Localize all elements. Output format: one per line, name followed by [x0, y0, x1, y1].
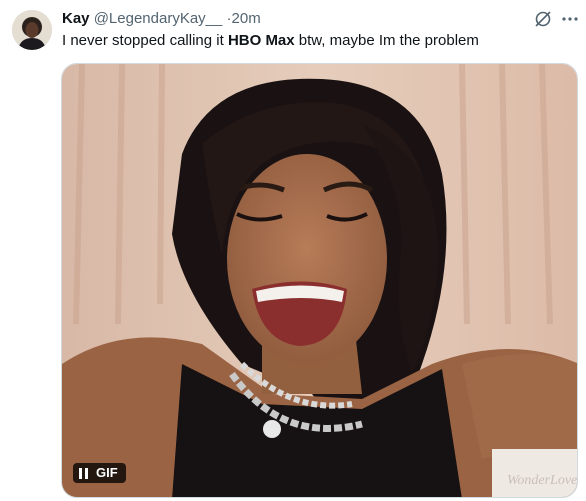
gif-label: GIF: [96, 465, 118, 480]
author-handle[interactable]: @LegendaryKay__: [94, 10, 223, 27]
grok-icon[interactable]: [533, 9, 553, 29]
tweet-text: I never stopped calling it HBO Max btw, …: [62, 31, 576, 51]
avatar[interactable]: [12, 10, 52, 50]
pause-icon[interactable]: [79, 467, 88, 479]
author-name[interactable]: Kay: [62, 10, 90, 27]
more-icon[interactable]: [560, 9, 580, 29]
tweet-text-part: I never stopped calling it: [62, 32, 228, 49]
timestamp[interactable]: 20m: [232, 10, 261, 27]
gif-badge[interactable]: GIF: [73, 463, 126, 483]
gif-media[interactable]: WonderLove: [61, 63, 578, 498]
gif-watermark: WonderLove: [507, 473, 577, 488]
tweet-header: Kay @LegendaryKay__ ·20m: [62, 9, 526, 29]
tweet-text-bold: HBO Max: [227, 32, 295, 49]
tweet-text-part: btw, maybe Im the problem: [294, 32, 479, 49]
